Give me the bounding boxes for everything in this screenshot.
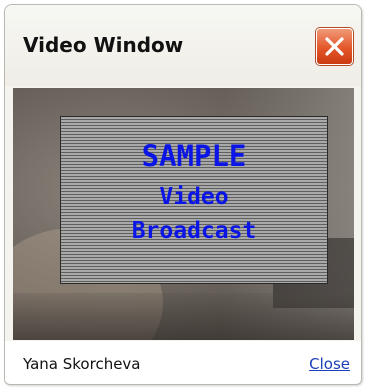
video-window: Video Window SAMPLE Video Broadcast Yana… <box>4 4 362 385</box>
sample-overlay: SAMPLE Video Broadcast <box>60 116 328 284</box>
video-footer: Yana Skorcheva Close <box>5 341 361 384</box>
overlay-line-broadcast: Broadcast <box>131 218 257 244</box>
title-bar[interactable]: Video Window <box>5 5 361 86</box>
user-name: Yana Skorcheva <box>23 355 141 373</box>
close-link[interactable]: Close <box>309 355 350 373</box>
close-x-icon <box>325 37 344 56</box>
video-background-shape <box>13 293 354 340</box>
close-window-button[interactable] <box>316 28 353 65</box>
overlay-line-sample: SAMPLE <box>141 139 247 173</box>
overlay-line-video: Video <box>159 184 229 210</box>
video-feed: SAMPLE Video Broadcast <box>13 88 354 340</box>
window-title: Video Window <box>23 33 184 57</box>
